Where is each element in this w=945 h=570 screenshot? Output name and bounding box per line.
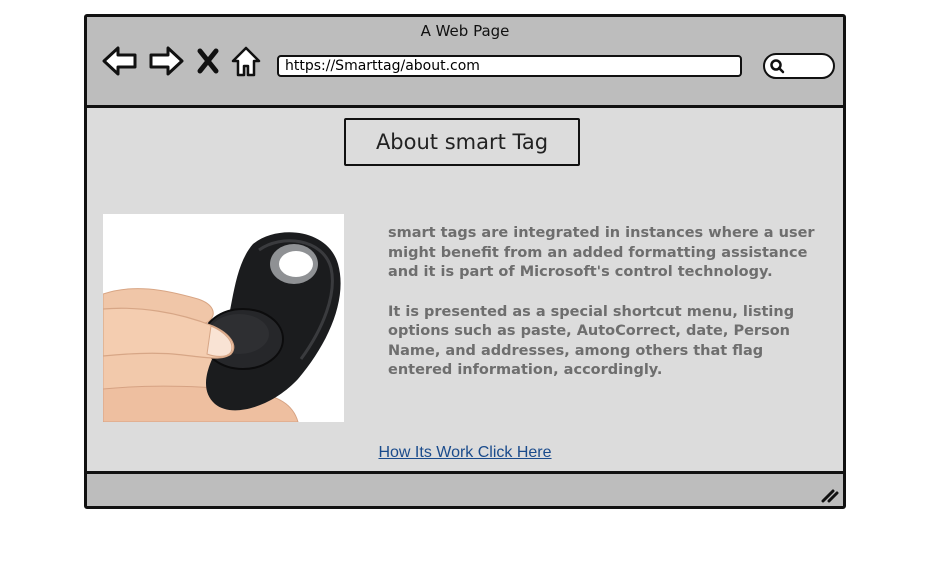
back-button[interactable] <box>101 43 139 79</box>
back-arrow-icon <box>102 46 137 76</box>
smart-tag-image <box>103 214 344 422</box>
status-bar <box>87 471 843 506</box>
resize-handle[interactable] <box>819 485 839 503</box>
forward-button[interactable] <box>147 43 185 79</box>
stop-button[interactable] <box>193 43 223 79</box>
browser-window: A Web Page https://Smarttag/about.com Ab… <box>84 14 846 509</box>
home-icon <box>231 46 261 77</box>
description-paragraph: smart tags are integrated in instances w… <box>388 225 815 280</box>
description-paragraph: It is presented as a special shortcut me… <box>388 303 795 379</box>
resize-grip-icon <box>821 489 839 503</box>
forward-arrow-icon <box>149 46 184 76</box>
home-button[interactable] <box>229 43 263 79</box>
search-box[interactable] <box>763 53 835 79</box>
browser-toolbar: A Web Page <box>87 17 843 108</box>
window-title: A Web Page <box>420 22 510 40</box>
description: smart tags are integrated in instances w… <box>388 224 828 401</box>
page-title: About smart Tag <box>344 118 580 166</box>
close-icon <box>197 48 219 74</box>
address-bar[interactable] <box>277 55 742 77</box>
how-it-works-link[interactable]: How Its Work Click Here <box>87 444 843 462</box>
search-icon <box>770 59 785 74</box>
page-content: About smart Tag smart tags are integrate… <box>87 108 843 478</box>
